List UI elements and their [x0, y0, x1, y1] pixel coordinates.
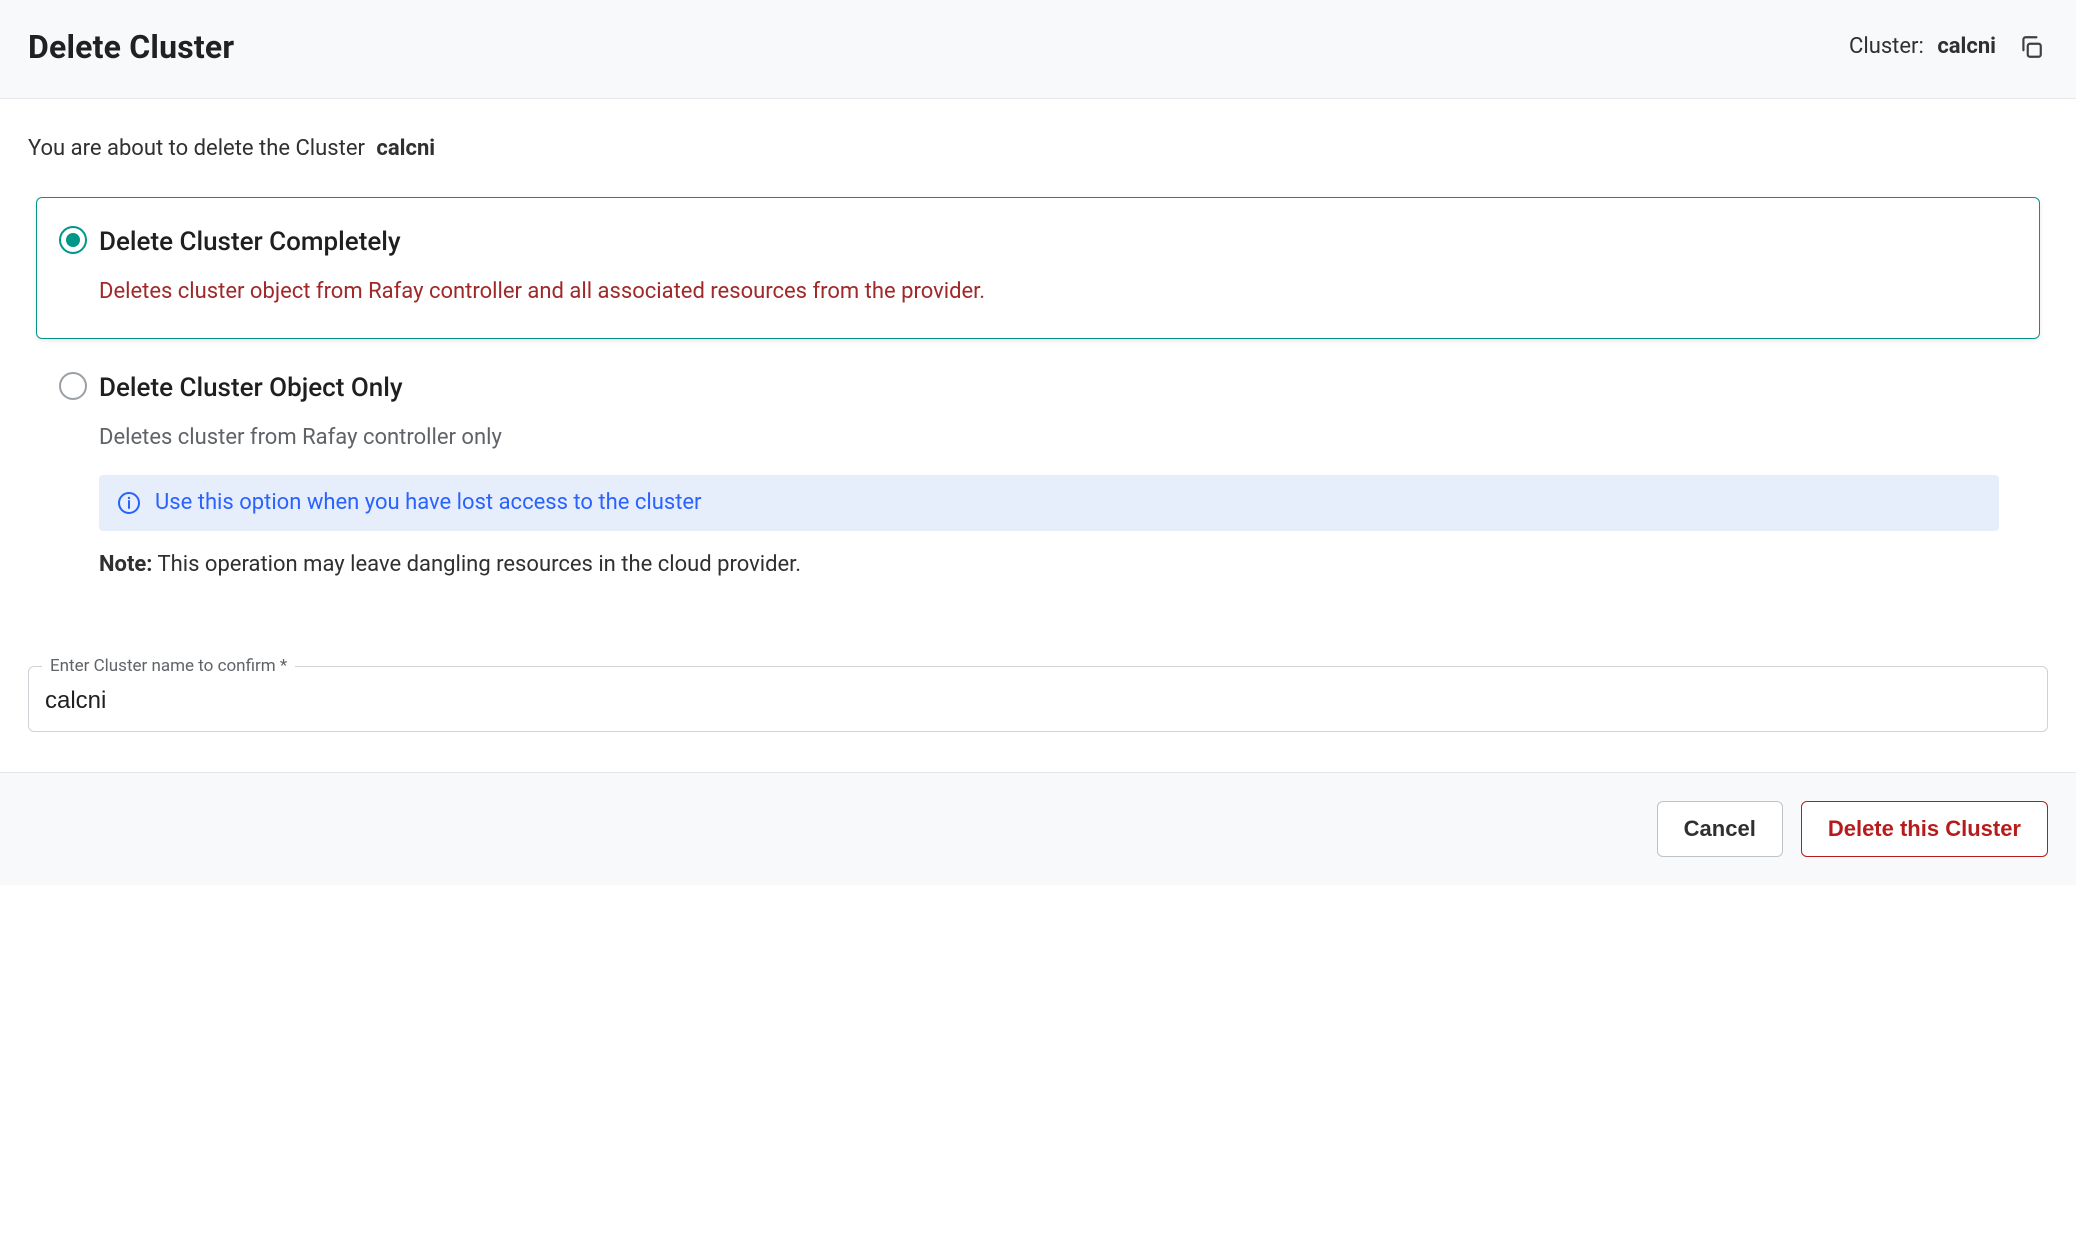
option-delete-object-only[interactable]: Delete Cluster Object Only Deletes clust… [36, 343, 2040, 612]
option-delete-completely[interactable]: Delete Cluster Completely Deletes cluste… [36, 197, 2040, 339]
note-line: Note: This operation may leave dangling … [99, 549, 1999, 581]
option-delete-object-only-desc: Deletes cluster from Rafay controller on… [99, 422, 1999, 454]
confirm-cluster-name-input[interactable] [28, 666, 2048, 732]
confirm-field-label: Enter Cluster name to confirm * [42, 654, 295, 679]
option-delete-completely-title: Delete Cluster Completely [99, 224, 1999, 262]
copy-cluster-name-button[interactable] [2014, 30, 2048, 64]
header-cluster-info: Cluster: calcni [1849, 30, 2048, 64]
info-banner-text: Use this option when you have lost acces… [155, 487, 702, 519]
cancel-button[interactable]: Cancel [1657, 801, 1783, 857]
cluster-name: calcni [1937, 34, 1996, 59]
copy-icon [2018, 34, 2044, 60]
note-label: Note: [99, 552, 152, 577]
delete-options: Delete Cluster Completely Deletes cluste… [36, 197, 2040, 612]
delete-this-cluster-button[interactable]: Delete this Cluster [1801, 801, 2048, 857]
radio-delete-completely[interactable] [59, 226, 87, 254]
intro-prefix: You are about to delete the Cluster [28, 136, 365, 161]
option-delete-object-only-title: Delete Cluster Object Only [99, 370, 1999, 408]
note-text: This operation may leave dangling resour… [158, 552, 802, 577]
intro-text: You are about to delete the Cluster calc… [28, 133, 2048, 165]
info-banner: Use this option when you have lost acces… [99, 475, 1999, 531]
option-delete-completely-desc: Deletes cluster object from Rafay contro… [99, 276, 1999, 308]
page-title: Delete Cluster [28, 24, 234, 70]
dialog-header: Delete Cluster Cluster: calcni [0, 0, 2076, 99]
intro-cluster-name: calcni [376, 136, 435, 161]
info-icon [117, 491, 141, 515]
dialog-footer: Cancel Delete this Cluster [0, 772, 2076, 885]
confirm-field: Enter Cluster name to confirm * [28, 666, 2048, 732]
radio-delete-object-only[interactable] [59, 372, 87, 400]
dialog-body: You are about to delete the Cluster calc… [0, 99, 2076, 772]
cluster-label: Cluster: [1849, 34, 1924, 59]
